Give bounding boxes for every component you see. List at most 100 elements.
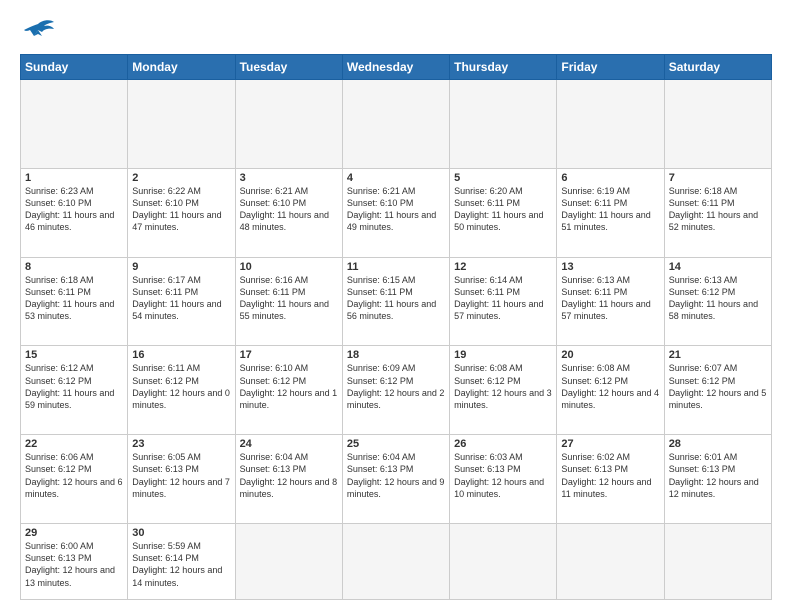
table-cell: 18Sunrise: 6:09 AMSunset: 6:12 PMDayligh… bbox=[342, 346, 449, 435]
page: Sunday Monday Tuesday Wednesday Thursday… bbox=[0, 0, 792, 612]
day-info: Sunrise: 6:07 AMSunset: 6:12 PMDaylight:… bbox=[669, 362, 767, 411]
table-cell: 8Sunrise: 6:18 AMSunset: 6:11 PMDaylight… bbox=[21, 257, 128, 346]
table-cell: 22Sunrise: 6:06 AMSunset: 6:12 PMDayligh… bbox=[21, 435, 128, 524]
table-cell: 5Sunrise: 6:20 AMSunset: 6:11 PMDaylight… bbox=[450, 168, 557, 257]
header-row: Sunday Monday Tuesday Wednesday Thursday… bbox=[21, 55, 772, 80]
day-info: Sunrise: 6:16 AMSunset: 6:11 PMDaylight:… bbox=[240, 274, 338, 323]
day-info: Sunrise: 6:13 AMSunset: 6:11 PMDaylight:… bbox=[561, 274, 659, 323]
table-cell bbox=[342, 80, 449, 169]
table-cell: 17Sunrise: 6:10 AMSunset: 6:12 PMDayligh… bbox=[235, 346, 342, 435]
week-row: 1Sunrise: 6:23 AMSunset: 6:10 PMDaylight… bbox=[21, 168, 772, 257]
day-number: 19 bbox=[454, 349, 552, 361]
col-sunday: Sunday bbox=[21, 55, 128, 80]
table-cell: 21Sunrise: 6:07 AMSunset: 6:12 PMDayligh… bbox=[664, 346, 771, 435]
table-cell: 6Sunrise: 6:19 AMSunset: 6:11 PMDaylight… bbox=[557, 168, 664, 257]
table-cell bbox=[664, 80, 771, 169]
day-number: 10 bbox=[240, 261, 338, 273]
day-info: Sunrise: 6:10 AMSunset: 6:12 PMDaylight:… bbox=[240, 362, 338, 411]
table-cell: 12Sunrise: 6:14 AMSunset: 6:11 PMDayligh… bbox=[450, 257, 557, 346]
day-info: Sunrise: 6:18 AMSunset: 6:11 PMDaylight:… bbox=[669, 185, 767, 234]
table-cell: 25Sunrise: 6:04 AMSunset: 6:13 PMDayligh… bbox=[342, 435, 449, 524]
table-cell: 16Sunrise: 6:11 AMSunset: 6:12 PMDayligh… bbox=[128, 346, 235, 435]
week-row: 22Sunrise: 6:06 AMSunset: 6:12 PMDayligh… bbox=[21, 435, 772, 524]
day-info: Sunrise: 6:17 AMSunset: 6:11 PMDaylight:… bbox=[132, 274, 230, 323]
table-cell bbox=[342, 524, 449, 600]
table-cell: 1Sunrise: 6:23 AMSunset: 6:10 PMDaylight… bbox=[21, 168, 128, 257]
day-info: Sunrise: 6:19 AMSunset: 6:11 PMDaylight:… bbox=[561, 185, 659, 234]
day-number: 24 bbox=[240, 438, 338, 450]
table-cell bbox=[557, 80, 664, 169]
table-cell: 3Sunrise: 6:21 AMSunset: 6:10 PMDaylight… bbox=[235, 168, 342, 257]
table-cell: 10Sunrise: 6:16 AMSunset: 6:11 PMDayligh… bbox=[235, 257, 342, 346]
day-info: Sunrise: 6:05 AMSunset: 6:13 PMDaylight:… bbox=[132, 451, 230, 500]
day-info: Sunrise: 5:59 AMSunset: 6:14 PMDaylight:… bbox=[132, 540, 230, 589]
header bbox=[20, 16, 772, 44]
table-cell: 13Sunrise: 6:13 AMSunset: 6:11 PMDayligh… bbox=[557, 257, 664, 346]
week-row bbox=[21, 80, 772, 169]
table-cell bbox=[21, 80, 128, 169]
table-cell: 4Sunrise: 6:21 AMSunset: 6:10 PMDaylight… bbox=[342, 168, 449, 257]
day-info: Sunrise: 6:03 AMSunset: 6:13 PMDaylight:… bbox=[454, 451, 552, 500]
table-cell bbox=[664, 524, 771, 600]
col-thursday: Thursday bbox=[450, 55, 557, 80]
day-info: Sunrise: 6:04 AMSunset: 6:13 PMDaylight:… bbox=[240, 451, 338, 500]
day-number: 16 bbox=[132, 349, 230, 361]
logo bbox=[20, 16, 60, 44]
table-cell: 28Sunrise: 6:01 AMSunset: 6:13 PMDayligh… bbox=[664, 435, 771, 524]
table-cell: 15Sunrise: 6:12 AMSunset: 6:12 PMDayligh… bbox=[21, 346, 128, 435]
table-cell: 9Sunrise: 6:17 AMSunset: 6:11 PMDaylight… bbox=[128, 257, 235, 346]
col-friday: Friday bbox=[557, 55, 664, 80]
table-cell bbox=[235, 524, 342, 600]
day-number: 22 bbox=[25, 438, 123, 450]
table-cell bbox=[450, 524, 557, 600]
day-number: 29 bbox=[25, 527, 123, 539]
col-tuesday: Tuesday bbox=[235, 55, 342, 80]
day-number: 13 bbox=[561, 261, 659, 273]
table-cell: 24Sunrise: 6:04 AMSunset: 6:13 PMDayligh… bbox=[235, 435, 342, 524]
day-number: 15 bbox=[25, 349, 123, 361]
day-number: 18 bbox=[347, 349, 445, 361]
day-info: Sunrise: 6:09 AMSunset: 6:12 PMDaylight:… bbox=[347, 362, 445, 411]
day-info: Sunrise: 6:06 AMSunset: 6:12 PMDaylight:… bbox=[25, 451, 123, 500]
table-cell bbox=[235, 80, 342, 169]
table-cell: 27Sunrise: 6:02 AMSunset: 6:13 PMDayligh… bbox=[557, 435, 664, 524]
day-info: Sunrise: 6:13 AMSunset: 6:12 PMDaylight:… bbox=[669, 274, 767, 323]
day-number: 6 bbox=[561, 172, 659, 184]
table-cell: 29Sunrise: 6:00 AMSunset: 6:13 PMDayligh… bbox=[21, 524, 128, 600]
day-number: 17 bbox=[240, 349, 338, 361]
table-cell: 30Sunrise: 5:59 AMSunset: 6:14 PMDayligh… bbox=[128, 524, 235, 600]
day-info: Sunrise: 6:21 AMSunset: 6:10 PMDaylight:… bbox=[240, 185, 338, 234]
table-cell: 11Sunrise: 6:15 AMSunset: 6:11 PMDayligh… bbox=[342, 257, 449, 346]
day-number: 21 bbox=[669, 349, 767, 361]
day-number: 2 bbox=[132, 172, 230, 184]
day-number: 23 bbox=[132, 438, 230, 450]
col-saturday: Saturday bbox=[664, 55, 771, 80]
day-info: Sunrise: 6:18 AMSunset: 6:11 PMDaylight:… bbox=[25, 274, 123, 323]
day-number: 8 bbox=[25, 261, 123, 273]
day-number: 26 bbox=[454, 438, 552, 450]
day-number: 27 bbox=[561, 438, 659, 450]
table-cell: 7Sunrise: 6:18 AMSunset: 6:11 PMDaylight… bbox=[664, 168, 771, 257]
table-cell: 26Sunrise: 6:03 AMSunset: 6:13 PMDayligh… bbox=[450, 435, 557, 524]
day-info: Sunrise: 6:20 AMSunset: 6:11 PMDaylight:… bbox=[454, 185, 552, 234]
day-info: Sunrise: 6:00 AMSunset: 6:13 PMDaylight:… bbox=[25, 540, 123, 589]
day-number: 12 bbox=[454, 261, 552, 273]
logo-icon bbox=[20, 16, 56, 44]
table-cell bbox=[128, 80, 235, 169]
day-info: Sunrise: 6:02 AMSunset: 6:13 PMDaylight:… bbox=[561, 451, 659, 500]
day-number: 11 bbox=[347, 261, 445, 273]
day-info: Sunrise: 6:21 AMSunset: 6:10 PMDaylight:… bbox=[347, 185, 445, 234]
day-info: Sunrise: 6:14 AMSunset: 6:11 PMDaylight:… bbox=[454, 274, 552, 323]
day-number: 28 bbox=[669, 438, 767, 450]
day-number: 9 bbox=[132, 261, 230, 273]
day-number: 1 bbox=[25, 172, 123, 184]
day-info: Sunrise: 6:04 AMSunset: 6:13 PMDaylight:… bbox=[347, 451, 445, 500]
table-cell: 2Sunrise: 6:22 AMSunset: 6:10 PMDaylight… bbox=[128, 168, 235, 257]
day-info: Sunrise: 6:08 AMSunset: 6:12 PMDaylight:… bbox=[454, 362, 552, 411]
calendar: Sunday Monday Tuesday Wednesday Thursday… bbox=[20, 54, 772, 600]
day-number: 14 bbox=[669, 261, 767, 273]
day-number: 25 bbox=[347, 438, 445, 450]
day-number: 30 bbox=[132, 527, 230, 539]
table-cell: 23Sunrise: 6:05 AMSunset: 6:13 PMDayligh… bbox=[128, 435, 235, 524]
table-cell bbox=[557, 524, 664, 600]
